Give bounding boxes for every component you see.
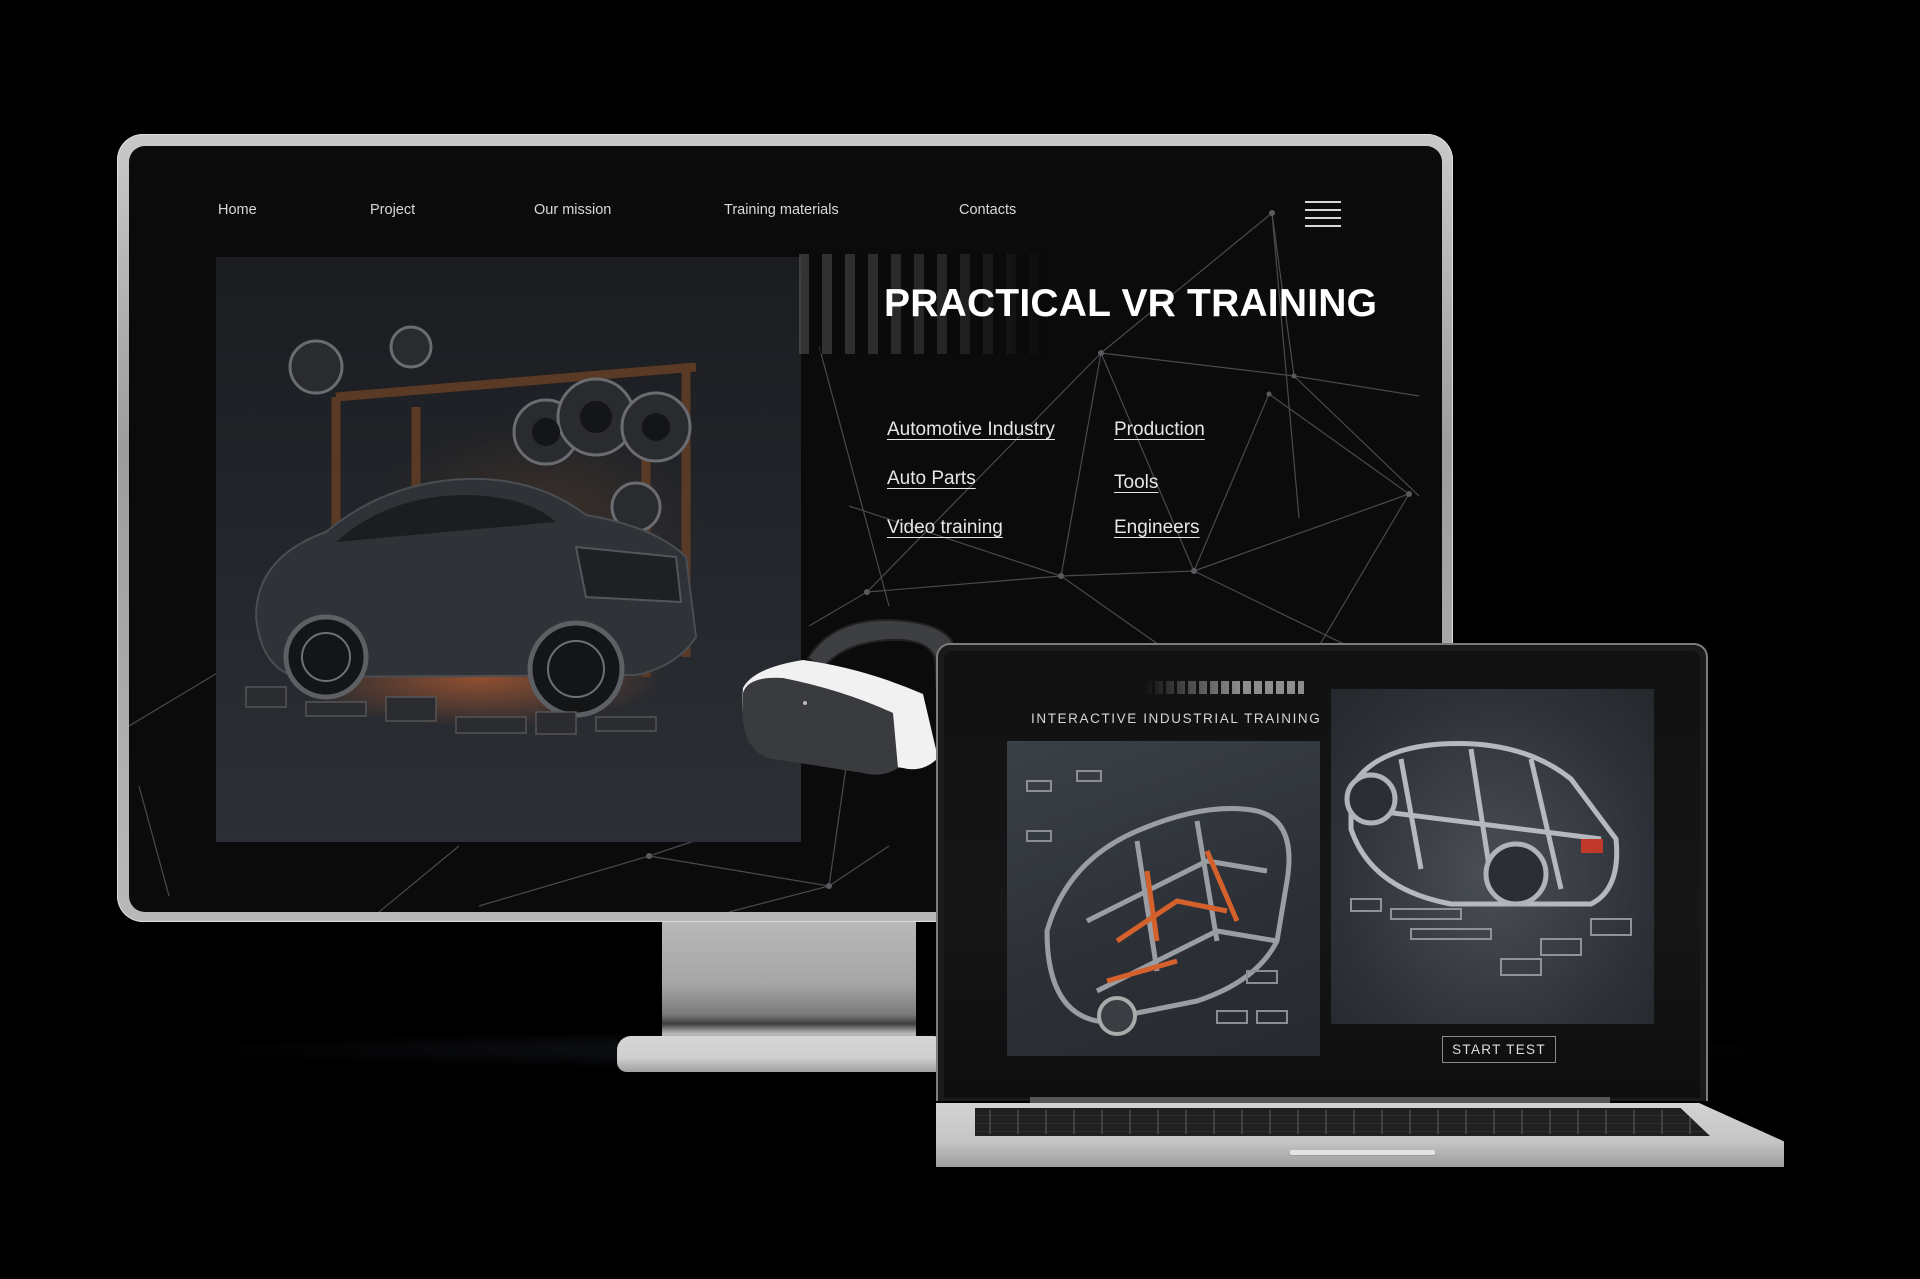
laptop-screen: INTERACTIVE INDUSTRIAL TRAINING START TE… (944, 651, 1700, 1098)
link-engineers[interactable]: Engineers (1114, 517, 1200, 539)
car-frame-exploded-image (1007, 741, 1320, 1056)
nav-contacts[interactable]: Contacts (959, 202, 1016, 218)
page-title: PRACTICAL VR TRAINING (884, 282, 1378, 325)
nav-home[interactable]: Home (218, 202, 257, 218)
hamburger-menu-icon[interactable] (1305, 201, 1341, 227)
laptop-keyboard (975, 1108, 1710, 1136)
keyboard-keys (975, 1110, 1710, 1134)
link-tools[interactable]: Tools (1114, 472, 1158, 494)
link-production[interactable]: Production (1114, 419, 1205, 441)
link-video-training[interactable]: Video training (887, 517, 1003, 539)
car-assembly-robot-image (216, 257, 801, 842)
heading-stripes-decoration (1144, 681, 1304, 694)
nav-project[interactable]: Project (370, 202, 415, 218)
nav-our-mission[interactable]: Our mission (534, 202, 611, 218)
car-chassis-image (1331, 689, 1654, 1024)
laptop-heading: INTERACTIVE INDUSTRIAL TRAINING (1031, 711, 1322, 726)
link-auto-parts[interactable]: Auto Parts (887, 468, 976, 490)
monitor-stand-neck (662, 920, 916, 1038)
start-test-button[interactable]: START TEST (1442, 1036, 1556, 1063)
link-automotive-industry[interactable]: Automotive Industry (887, 419, 1055, 441)
monitor-stand-base (617, 1036, 947, 1072)
laptop-lid-notch (1290, 1150, 1435, 1155)
nav-training-materials[interactable]: Training materials (724, 202, 839, 218)
